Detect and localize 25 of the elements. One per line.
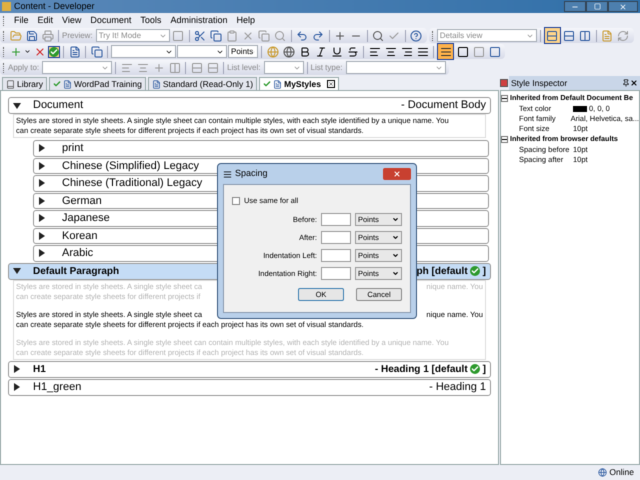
style-name: Document: [33, 98, 84, 114]
preview-label: Preview:: [62, 30, 93, 42]
style-base: - Heading 1 [default: [374, 362, 468, 376]
style-name: Korean: [62, 228, 98, 244]
style-name: Chinese (Simplified) Legacy: [62, 158, 199, 174]
style-name: Arabic: [62, 246, 94, 261]
window-title: Content - Developer: [14, 0, 95, 13]
style-name: Default Paragraph: [33, 264, 120, 278]
style-name: H1_green: [33, 380, 82, 395]
list-type-label: List type:: [310, 62, 343, 74]
style-name: print: [62, 141, 84, 156]
style-base: - Document Body: [401, 98, 486, 114]
style-name: Chinese (Traditional) Legacy: [62, 176, 202, 191]
apply-to-label: Apply to:: [8, 62, 40, 74]
bracket-text: ]: [482, 264, 486, 278]
style-name: H1: [33, 362, 46, 376]
inspector-title: Style Inspector: [511, 76, 568, 90]
bracket-text: ]: [482, 362, 486, 376]
list-level-label: List level:: [227, 62, 260, 74]
style-name: Japanese: [62, 211, 110, 226]
dialog-title: Spacing: [235, 167, 268, 180]
style-base: ph [default: [416, 264, 468, 278]
style-name: German: [62, 194, 102, 208]
style-base: - Heading 1: [429, 380, 486, 395]
status-text: Online: [609, 466, 634, 479]
